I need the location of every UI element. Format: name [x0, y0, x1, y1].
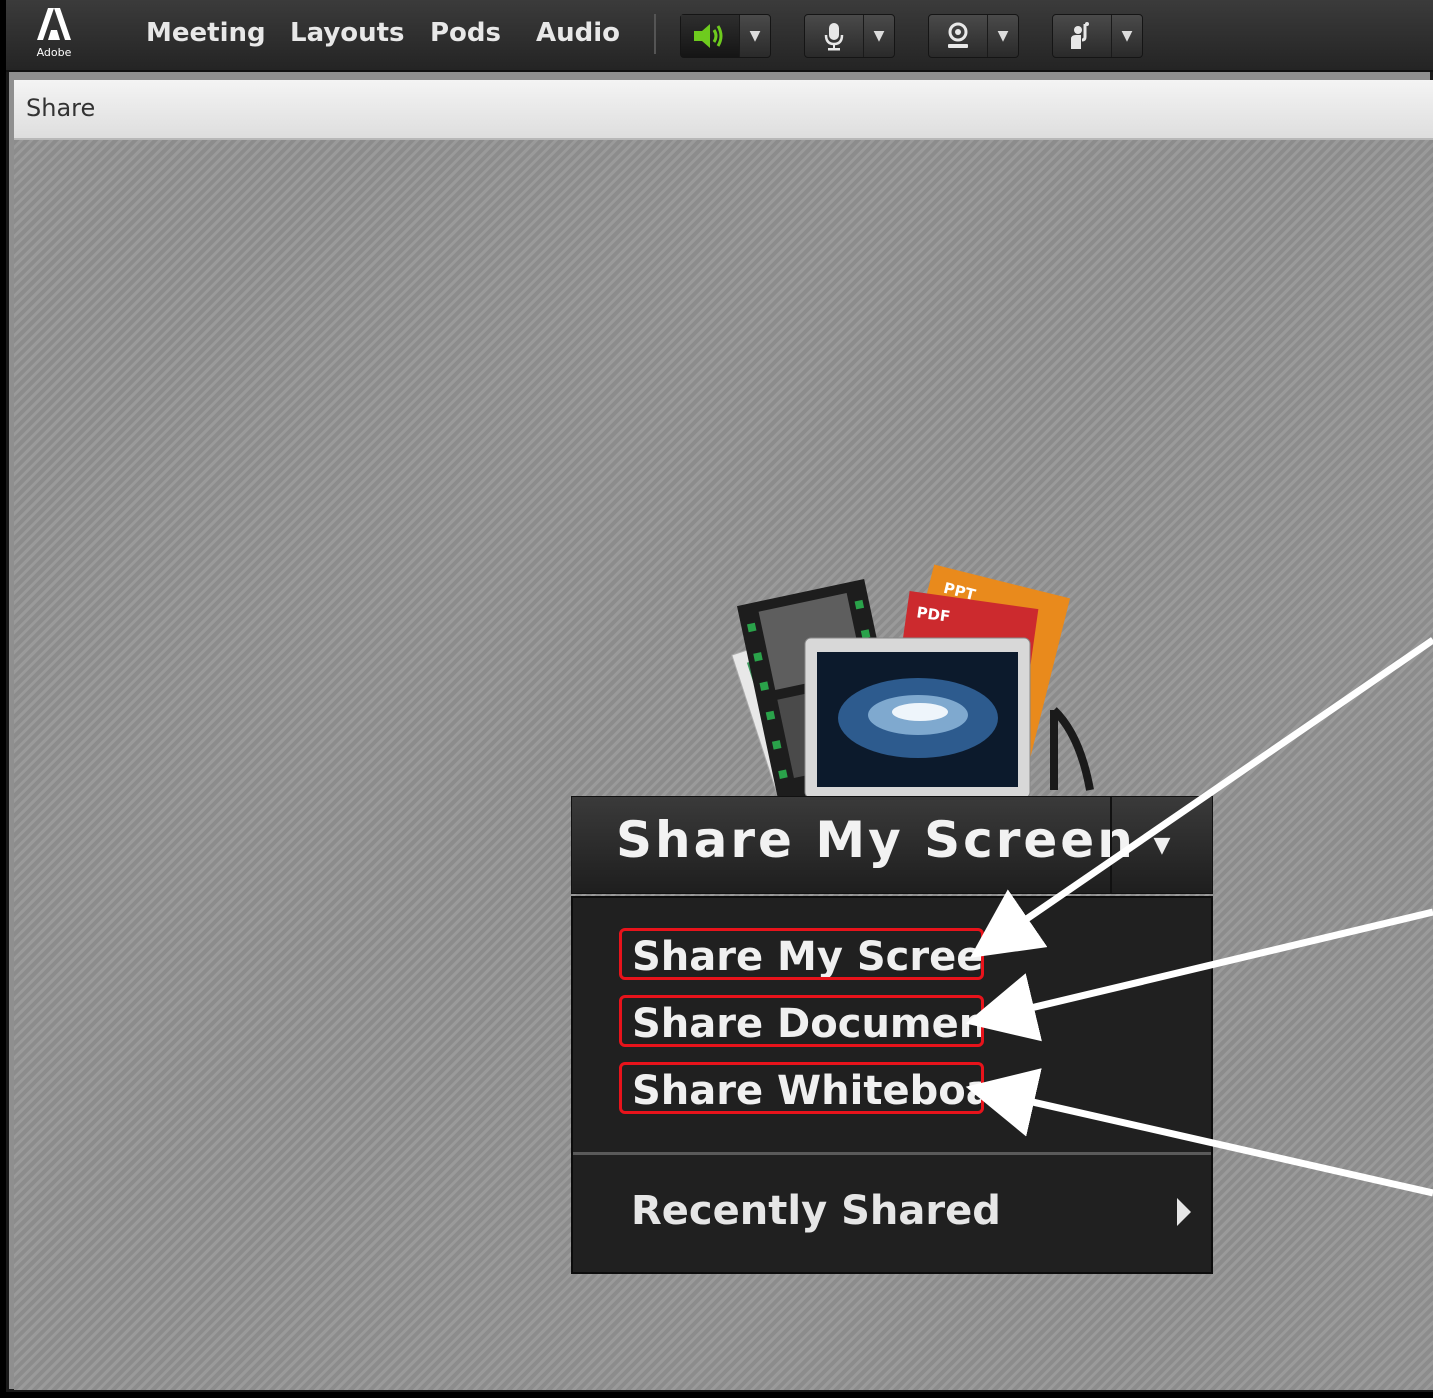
arrow-share-whiteboard [965, 1068, 1433, 1197]
arrow-share-document [965, 908, 1433, 1042]
arrow-share-screen [969, 637, 1433, 958]
annotation-arrows [965, 637, 1433, 1197]
